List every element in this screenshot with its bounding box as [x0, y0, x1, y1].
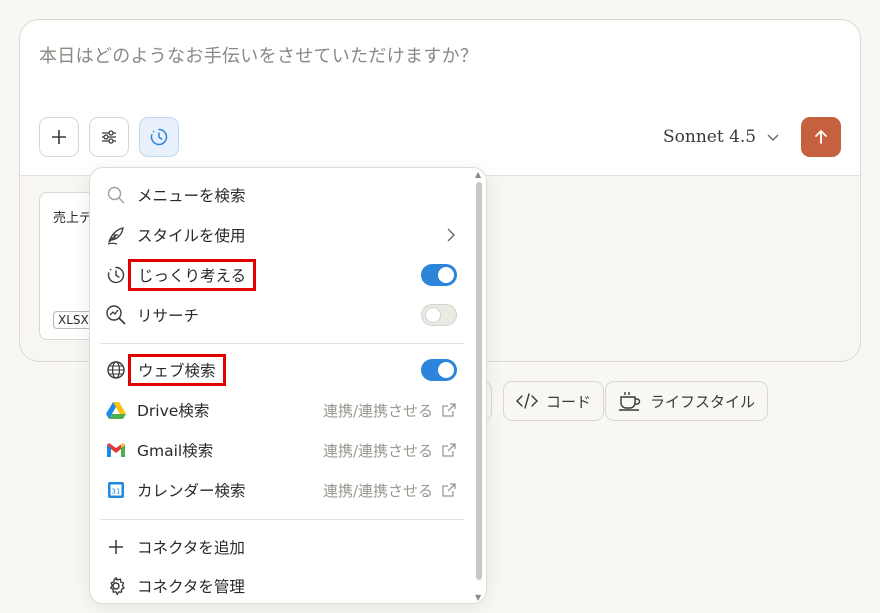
- scroll-up-arrow[interactable]: ▲: [475, 170, 481, 179]
- feather-pen-icon: [105, 224, 127, 246]
- menu-item-research[interactable]: リサーチ: [90, 297, 470, 333]
- menu-item-label: じっくり考える: [128, 259, 257, 291]
- tools-button[interactable]: [89, 117, 129, 157]
- menu-item-label: ウェブ検索: [128, 354, 226, 386]
- menu-item-manage-connector[interactable]: コネクタを管理: [90, 568, 470, 603]
- plus-icon: [52, 130, 66, 144]
- send-button[interactable]: [801, 117, 841, 157]
- globe-icon: [105, 359, 127, 381]
- sliders-icon: [102, 130, 116, 144]
- gmail-icon: [105, 439, 127, 461]
- menu-item-label: コネクタを追加: [137, 539, 245, 557]
- external-link-icon: [442, 443, 456, 457]
- chip-label: コード: [546, 392, 592, 411]
- attachment-type-badge: XLSX: [53, 311, 94, 329]
- menu-search[interactable]: メニューを検索: [90, 177, 470, 213]
- research-icon: [105, 304, 127, 326]
- extended-thinking-button[interactable]: [139, 117, 179, 157]
- google-drive-icon: [105, 399, 127, 421]
- menu-item-label: スタイルを使用: [137, 227, 246, 245]
- scroll-down-arrow[interactable]: ▼: [475, 593, 481, 602]
- search-icon: [105, 184, 127, 206]
- connect-status: 連携/連携させる: [322, 401, 433, 420]
- web-search-toggle[interactable]: [421, 359, 457, 381]
- calendar-day-text: 31: [112, 487, 121, 495]
- thinking-toggle[interactable]: [421, 264, 457, 286]
- menu-item-label: コネクタを管理: [137, 578, 245, 596]
- menu-divider: [100, 343, 464, 344]
- chip-label: ライフスタイル: [650, 392, 756, 411]
- arrow-up-icon: [815, 130, 827, 144]
- tools-menu: メニューを検索 スタイルを使用 じっくり考える リサーチ ウェブ検索 Drive…: [89, 167, 487, 604]
- menu-scrollbar[interactable]: [476, 182, 482, 580]
- menu-search-input[interactable]: メニューを検索: [137, 184, 246, 206]
- code-icon: [516, 393, 538, 409]
- menu-item-label: カレンダー検索: [137, 482, 246, 500]
- coffee-cup-icon: [619, 392, 641, 411]
- google-calendar-icon: 31: [105, 479, 127, 501]
- connect-status: 連携/連携させる: [322, 481, 433, 500]
- menu-item-add-connector[interactable]: コネクタを追加: [90, 529, 470, 565]
- clock-icon: [150, 128, 168, 146]
- chip-lifestyle[interactable]: ライフスタイル: [605, 381, 769, 421]
- model-selector[interactable]: Sonnet 4.5: [663, 124, 780, 150]
- clock-icon: [105, 264, 127, 286]
- menu-item-drive-search[interactable]: Drive検索 連携/連携させる: [90, 392, 470, 428]
- gear-icon: [105, 575, 127, 597]
- menu-item-label: Drive検索: [137, 402, 210, 420]
- menu-item-label: Gmail検索: [137, 442, 214, 460]
- add-button[interactable]: [39, 117, 79, 157]
- external-link-icon: [442, 483, 456, 497]
- menu-item-web-search[interactable]: ウェブ検索: [90, 352, 470, 388]
- chevron-right-icon: [447, 228, 455, 242]
- prompt-area[interactable]: 本日はどのようなお手伝いをさせていただけますか？ Sonnet 4.5: [20, 20, 860, 176]
- connect-status: 連携/連携させる: [322, 441, 433, 460]
- menu-item-label: リサーチ: [137, 307, 200, 325]
- research-toggle[interactable]: [421, 304, 457, 326]
- model-label: Sonnet 4.5: [663, 127, 757, 147]
- attachment-title: 売上デ: [53, 211, 93, 226]
- plus-icon: [105, 536, 127, 558]
- prompt-input[interactable]: 本日はどのようなお手伝いをさせていただけますか？: [39, 42, 478, 68]
- menu-divider: [100, 519, 464, 520]
- menu-item-extended-thinking[interactable]: じっくり考える: [90, 257, 470, 293]
- menu-item-gmail-search[interactable]: Gmail検索 連携/連携させる: [90, 432, 470, 468]
- menu-item-style[interactable]: スタイルを使用: [90, 217, 470, 253]
- menu-item-calendar-search[interactable]: 31 カレンダー検索 連携/連携させる: [90, 472, 470, 508]
- chip-code[interactable]: コード: [503, 381, 605, 421]
- chevron-down-icon: [767, 134, 779, 141]
- external-link-icon: [442, 403, 456, 417]
